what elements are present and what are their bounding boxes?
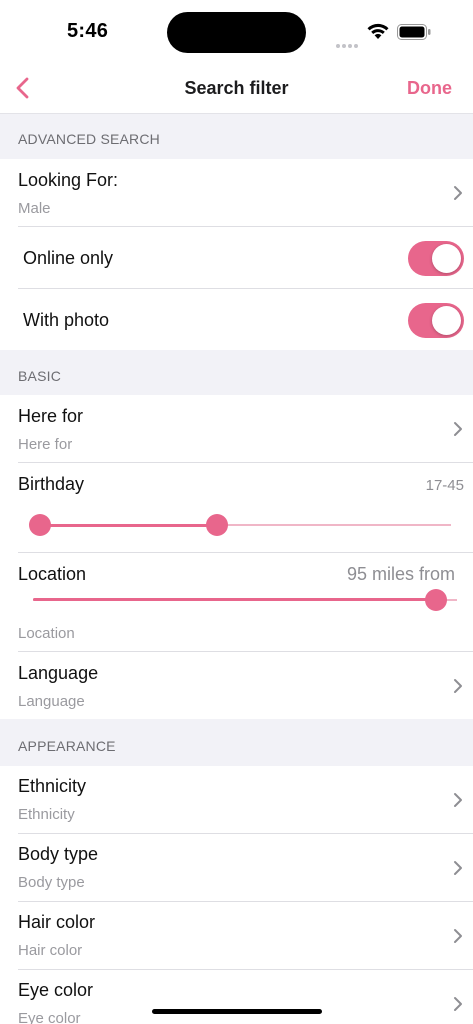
chevron-right-icon: [454, 929, 462, 943]
row-placeholder: Here for: [18, 436, 73, 453]
page-title: Search filter: [184, 78, 289, 98]
ethnicity-row[interactable]: Ethnicity Ethnicity: [0, 766, 473, 834]
with-photo-row: With photo: [0, 289, 473, 350]
online-only-toggle[interactable]: [408, 241, 464, 276]
battery-icon: [397, 24, 431, 40]
row-placeholder: Body type: [18, 874, 85, 891]
row-title: Hair color: [18, 912, 96, 932]
here-for-row[interactable]: Here for Here for: [0, 395, 473, 463]
section-header-advanced: ADVANCED SEARCH: [0, 114, 473, 159]
chevron-right-icon: [454, 679, 462, 693]
row-title: Eye color: [18, 980, 94, 1000]
location-slider-fill: [33, 598, 436, 601]
row-title: Here for: [18, 406, 84, 426]
chevron-right-icon: [454, 186, 462, 200]
birthday-range-value: 17-45: [425, 477, 464, 494]
home-indicator: [152, 1009, 322, 1014]
online-only-row: Online only: [0, 227, 473, 289]
location-distance-value: 95 miles from: [346, 564, 455, 584]
body-type-row[interactable]: Body type Body type: [0, 834, 473, 902]
birthday-max-thumb[interactable]: [205, 514, 228, 536]
location-placeholder[interactable]: Location: [18, 625, 75, 642]
chevron-right-icon: [454, 793, 462, 807]
section-header-appearance: APPEARANCE: [0, 719, 473, 766]
row-placeholder: Language: [18, 693, 85, 710]
chevron-right-icon: [454, 422, 462, 436]
row-title: With photo: [23, 310, 110, 330]
section-title: ADVANCED SEARCH: [18, 131, 160, 147]
dynamic-island: [167, 12, 306, 53]
wifi-icon: [367, 23, 389, 39]
eye-color-row[interactable]: Eye color Eye color: [0, 970, 473, 1024]
done-button[interactable]: Done: [407, 78, 452, 99]
location-row: Location 95 miles from Location: [0, 553, 473, 652]
location-slider-thumb[interactable]: [424, 589, 447, 611]
row-title: Location: [18, 564, 87, 584]
section-title: BASIC: [18, 368, 62, 384]
cellular-signal-icon: [336, 35, 360, 53]
navigation-bar: Search filter Done: [0, 62, 473, 114]
chevron-right-icon: [454, 997, 462, 1011]
row-title: Looking For:: [18, 170, 119, 190]
section-title: APPEARANCE: [18, 738, 116, 754]
row-title: Body type: [18, 844, 99, 864]
status-time: 5:46: [67, 20, 109, 42]
row-value: Male: [18, 200, 51, 217]
looking-for-row[interactable]: Looking For: Male: [0, 159, 473, 227]
hair-color-row[interactable]: Hair color Hair color: [0, 902, 473, 970]
status-bar: 5:46: [0, 0, 473, 62]
row-placeholder: Eye color: [18, 1010, 81, 1024]
with-photo-toggle[interactable]: [408, 303, 464, 338]
row-title: Birthday: [18, 474, 85, 494]
row-title: Online only: [23, 248, 114, 268]
birthday-row: Birthday 17-45: [0, 463, 473, 553]
row-placeholder: Ethnicity: [18, 806, 75, 823]
birthday-min-thumb[interactable]: [29, 514, 51, 536]
row-title: Language: [18, 663, 99, 683]
chevron-right-icon: [454, 861, 462, 875]
row-placeholder: Hair color: [18, 942, 83, 959]
row-title: Ethnicity: [18, 776, 87, 796]
section-header-basic: BASIC: [0, 350, 473, 395]
language-row[interactable]: Language Language: [0, 652, 473, 719]
birthday-slider-fill: [40, 524, 217, 527]
